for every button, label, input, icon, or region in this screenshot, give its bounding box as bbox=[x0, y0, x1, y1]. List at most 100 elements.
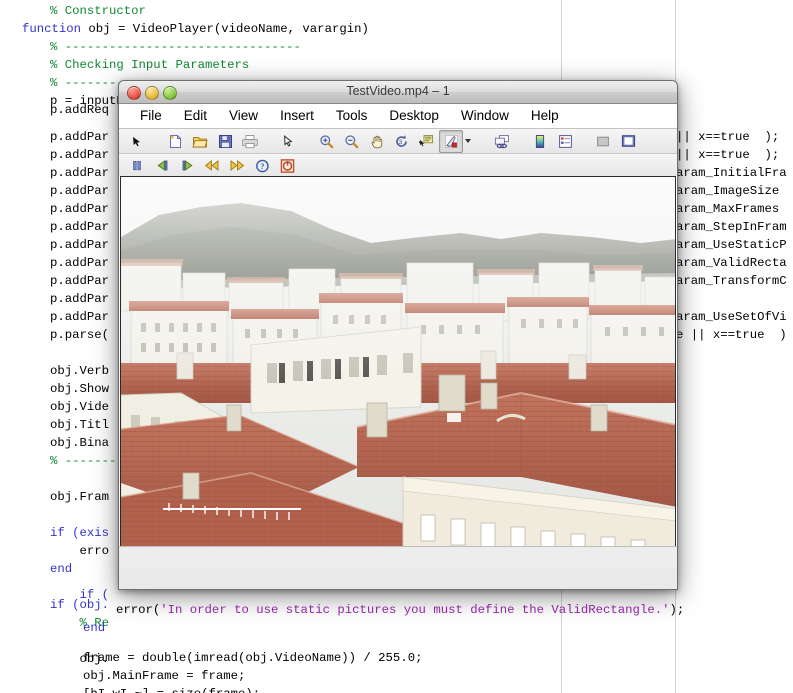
legend-icon[interactable] bbox=[553, 130, 577, 153]
code-text: obj.Verb bbox=[50, 364, 110, 378]
menu-item-file[interactable]: File bbox=[129, 104, 173, 128]
toolbar-separator bbox=[515, 131, 528, 152]
code-line: p.addPar bbox=[50, 200, 109, 218]
code-line: p.addPar bbox=[50, 146, 109, 164]
code-line: % -------- bbox=[50, 452, 124, 470]
code-comment: % -------------------------------- bbox=[50, 40, 301, 54]
menu-bar[interactable]: File Edit View Insert Tools Desktop Wind… bbox=[119, 104, 677, 129]
data-cursor-icon[interactable] bbox=[414, 130, 438, 153]
code-line: obj.Show bbox=[50, 380, 109, 398]
code-line: [hI wI ~] = size(frame); bbox=[83, 685, 260, 693]
code-text: p.addPar bbox=[50, 184, 110, 198]
code-text: p.addPar bbox=[50, 256, 110, 270]
zoom-out-icon[interactable] bbox=[339, 130, 363, 153]
code-text: p.addPar bbox=[50, 274, 110, 288]
code-line: aram_StepInFram bbox=[676, 218, 787, 236]
playback-toolbar[interactable]: ? bbox=[119, 154, 677, 178]
rotate-3d-icon[interactable]: 3 bbox=[389, 130, 413, 153]
code-text: aram_UseSetOfVi bbox=[676, 310, 787, 324]
code-text: obj = VideoPlayer(videoName, varargin) bbox=[81, 22, 369, 36]
brush-icon[interactable] bbox=[439, 129, 463, 153]
code-line: p.addPar bbox=[50, 164, 109, 182]
show-plot-tools-icon[interactable] bbox=[616, 130, 640, 153]
code-text: obj.Bina bbox=[50, 436, 110, 450]
menu-item-help[interactable]: Help bbox=[520, 104, 570, 128]
code-line: p.parse( bbox=[50, 326, 109, 344]
figure-axes[interactable] bbox=[119, 176, 677, 568]
fast-forward-icon[interactable] bbox=[225, 154, 249, 177]
code-text: p.addPar bbox=[50, 166, 110, 180]
code-line: erro bbox=[50, 542, 110, 560]
rewind-icon[interactable] bbox=[200, 154, 224, 177]
stop-icon[interactable] bbox=[275, 154, 299, 177]
menu-item-edit[interactable]: Edit bbox=[173, 104, 218, 128]
code-line: p.addPar bbox=[50, 254, 109, 272]
brush-dropdown-icon[interactable] bbox=[465, 139, 471, 143]
code-text: obj.MainFrame = frame; bbox=[83, 669, 246, 683]
open-file-icon[interactable] bbox=[188, 130, 212, 153]
video-image bbox=[121, 177, 675, 558]
code-text: p.addPar bbox=[50, 238, 110, 252]
code-line: % Checking Input Parameters bbox=[50, 56, 249, 74]
code-text: obj.Vide bbox=[50, 400, 110, 414]
window-title: TestVideo.mp4 – 1 bbox=[346, 84, 450, 98]
code-text: p.addPar bbox=[50, 292, 110, 306]
hide-plot-tools-icon[interactable] bbox=[591, 130, 615, 153]
code-text: aram_StepInFram bbox=[676, 220, 787, 234]
pan-icon[interactable] bbox=[364, 130, 388, 153]
code-line: obj.Fram bbox=[50, 488, 109, 506]
code-text: aram_MaxFrames bbox=[676, 202, 780, 216]
cityscape-illustration bbox=[121, 177, 675, 558]
toolbar-separator bbox=[477, 131, 490, 152]
menu-item-desktop[interactable]: Desktop bbox=[378, 104, 450, 128]
menu-item-tools[interactable]: Tools bbox=[325, 104, 379, 128]
figure-toolbar[interactable]: 3 bbox=[119, 129, 677, 154]
code-text: obj.Fram bbox=[50, 490, 110, 504]
figure-title-bar[interactable]: TestVideo.mp4 – 1 bbox=[119, 81, 677, 104]
code-line: e || x==true ) bbox=[676, 326, 787, 344]
menu-item-insert[interactable]: Insert bbox=[269, 104, 325, 128]
code-line: end bbox=[50, 560, 72, 578]
menu-item-view[interactable]: View bbox=[218, 104, 269, 128]
colorbar-icon[interactable] bbox=[528, 130, 552, 153]
toolbar-separator bbox=[578, 131, 591, 152]
code-comment: % Checking Input Parameters bbox=[50, 58, 250, 72]
svg-text:3: 3 bbox=[398, 139, 402, 146]
code-text: erro bbox=[50, 544, 110, 558]
edit-plot-icon[interactable] bbox=[276, 130, 300, 153]
code-text: p.addPar bbox=[50, 148, 110, 162]
zoom-in-icon[interactable] bbox=[314, 130, 338, 153]
menu-item-window[interactable]: Window bbox=[450, 104, 520, 128]
help-icon[interactable]: ? bbox=[250, 154, 274, 177]
step-forward-icon[interactable] bbox=[175, 154, 199, 177]
video-frame[interactable] bbox=[120, 176, 676, 559]
code-line: p.addPar bbox=[50, 182, 109, 200]
code-line: error('In order to use static pictures y… bbox=[116, 601, 684, 619]
save-figure-icon[interactable] bbox=[213, 130, 237, 153]
step-back-icon[interactable] bbox=[150, 154, 174, 177]
code-line: obj.Bina bbox=[50, 434, 109, 452]
code-line: if ( bbox=[50, 586, 110, 604]
code-line: || x==true ); bbox=[676, 128, 779, 146]
code-keyword: if (exis bbox=[50, 526, 110, 540]
code-text: aram_UseStaticP bbox=[676, 238, 787, 252]
figure-window[interactable]: TestVideo.mp4 – 1 File Edit View Insert … bbox=[118, 80, 678, 590]
print-figure-icon[interactable] bbox=[238, 130, 262, 153]
pointer-icon[interactable] bbox=[125, 130, 149, 153]
code-text: aram_InitialFra bbox=[676, 166, 787, 180]
code-line: p.addPar bbox=[50, 236, 109, 254]
code-line: p.addPar bbox=[50, 218, 109, 236]
code-text: aram_TransformC bbox=[676, 274, 787, 288]
link-plot-icon[interactable] bbox=[490, 130, 514, 153]
svg-text:?: ? bbox=[260, 162, 264, 171]
code-line: p.addPar bbox=[50, 128, 109, 146]
code-comment: % Constructor bbox=[50, 4, 146, 18]
new-figure-icon[interactable] bbox=[163, 130, 187, 153]
code-line: aram_MaxFrames bbox=[676, 200, 779, 218]
code-line: obj.MainFrame = frame; bbox=[83, 667, 245, 685]
code-line: p.addReq bbox=[50, 101, 109, 119]
code-keyword: end bbox=[83, 621, 106, 635]
code-keyword: if ( bbox=[50, 588, 110, 602]
toolbar-separator bbox=[150, 131, 163, 152]
pause-icon[interactable] bbox=[125, 154, 149, 177]
